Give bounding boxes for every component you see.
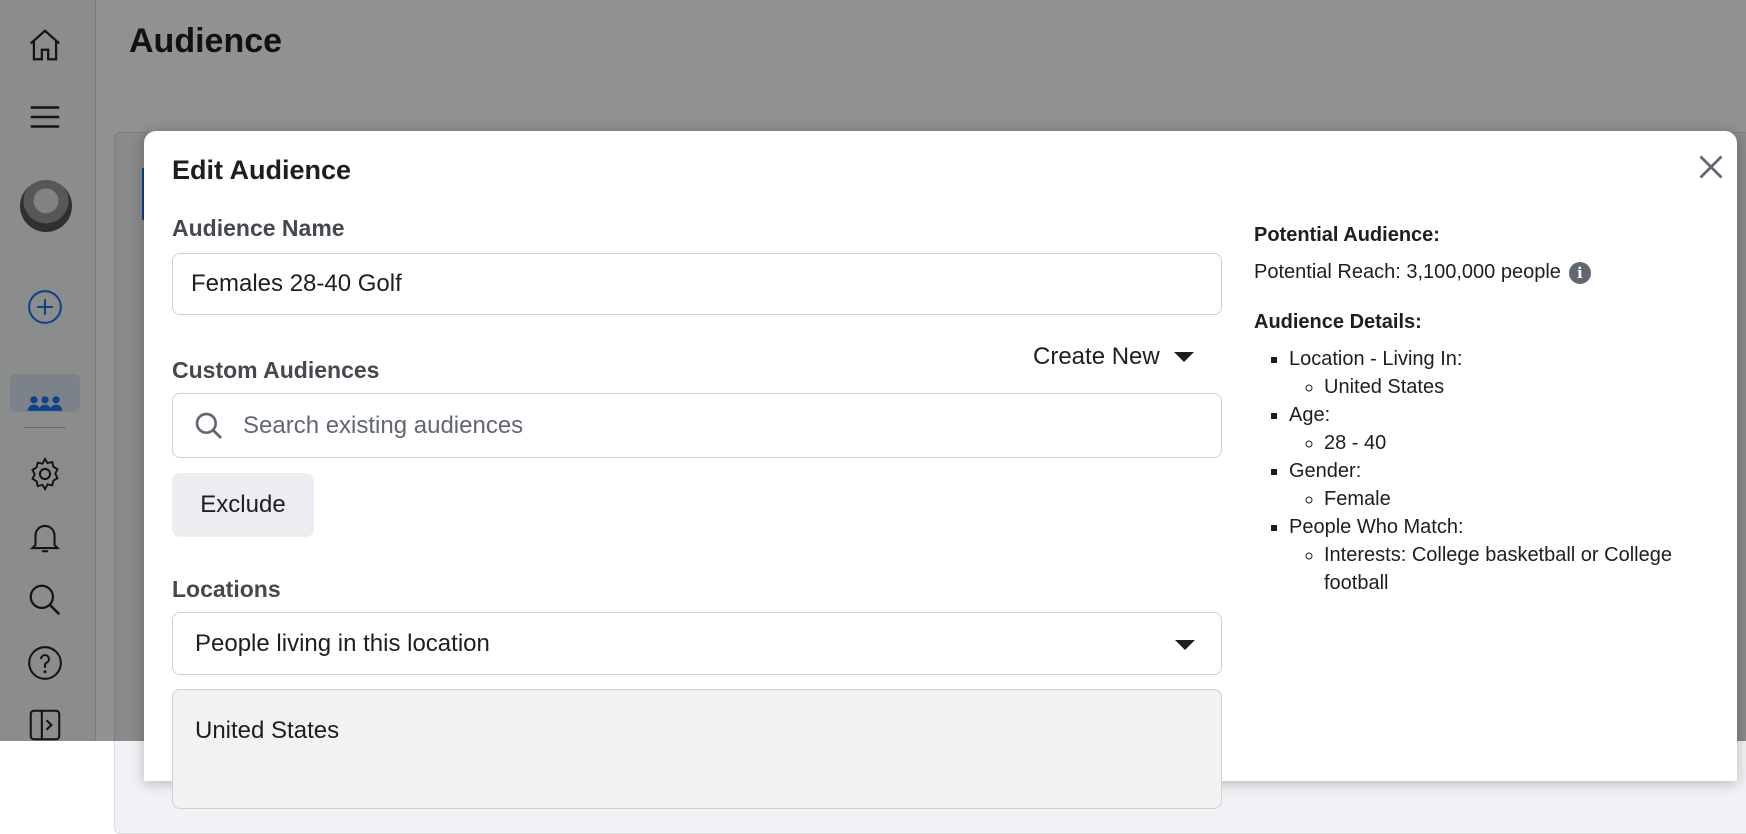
create-new-label: Create New [1033, 343, 1160, 370]
list-item: Location - Living In: United States [1289, 345, 1729, 401]
close-button[interactable] [1693, 149, 1729, 185]
potential-reach-text: Potential Reach: 3,100,000 people [1254, 261, 1561, 283]
locations-label: Locations [172, 576, 281, 602]
potential-audience-heading: Potential Audience: [1254, 224, 1440, 246]
audience-details-heading: Audience Details: [1254, 311, 1422, 333]
chevron-down-icon [1175, 640, 1195, 650]
custom-audiences-label: Custom Audiences [172, 357, 380, 383]
edit-audience-modal: Edit Audience Audience Name Females 28-4… [144, 131, 1737, 809]
detail-label: Location - Living In: [1289, 348, 1463, 370]
potential-reach: Potential Reach: 3,100,000 people i [1254, 261, 1591, 284]
list-item: Gender: Female [1289, 457, 1729, 513]
search-icon [195, 412, 223, 440]
exclude-button[interactable]: Exclude [172, 473, 314, 537]
create-new-dropdown[interactable]: Create New [1033, 343, 1194, 371]
list-item: People Who Match: Interests: College bas… [1289, 513, 1729, 597]
modal-title: Edit Audience [172, 155, 352, 185]
location-item: United States [172, 689, 1222, 809]
search-audiences-input[interactable]: Search existing audiences [172, 393, 1222, 458]
list-item: United States [1324, 373, 1729, 401]
detail-label: Age: [1289, 404, 1331, 426]
close-icon [1699, 155, 1723, 179]
location-type-select[interactable]: People living in this location [172, 612, 1222, 675]
detail-label: People Who Match: [1289, 516, 1464, 538]
chevron-down-icon [1173, 352, 1194, 362]
audience-name-field[interactable]: Females 28-40 Golf [172, 253, 1222, 315]
list-item: Age: 28 - 40 [1289, 401, 1729, 457]
audience-details-list: Location - Living In: United States Age:… [1254, 345, 1729, 597]
audience-name-value: Females 28-40 Golf [191, 270, 402, 297]
location-type-value: People living in this location [195, 630, 490, 657]
audience-name-label: Audience Name [172, 215, 345, 241]
list-item: Female [1324, 485, 1729, 513]
list-item: 28 - 40 [1324, 429, 1729, 457]
list-item: Interests: College basketball or College… [1324, 541, 1729, 597]
info-icon[interactable]: i [1568, 261, 1591, 284]
detail-label: Gender: [1289, 460, 1362, 482]
search-placeholder: Search existing audiences [243, 412, 524, 439]
